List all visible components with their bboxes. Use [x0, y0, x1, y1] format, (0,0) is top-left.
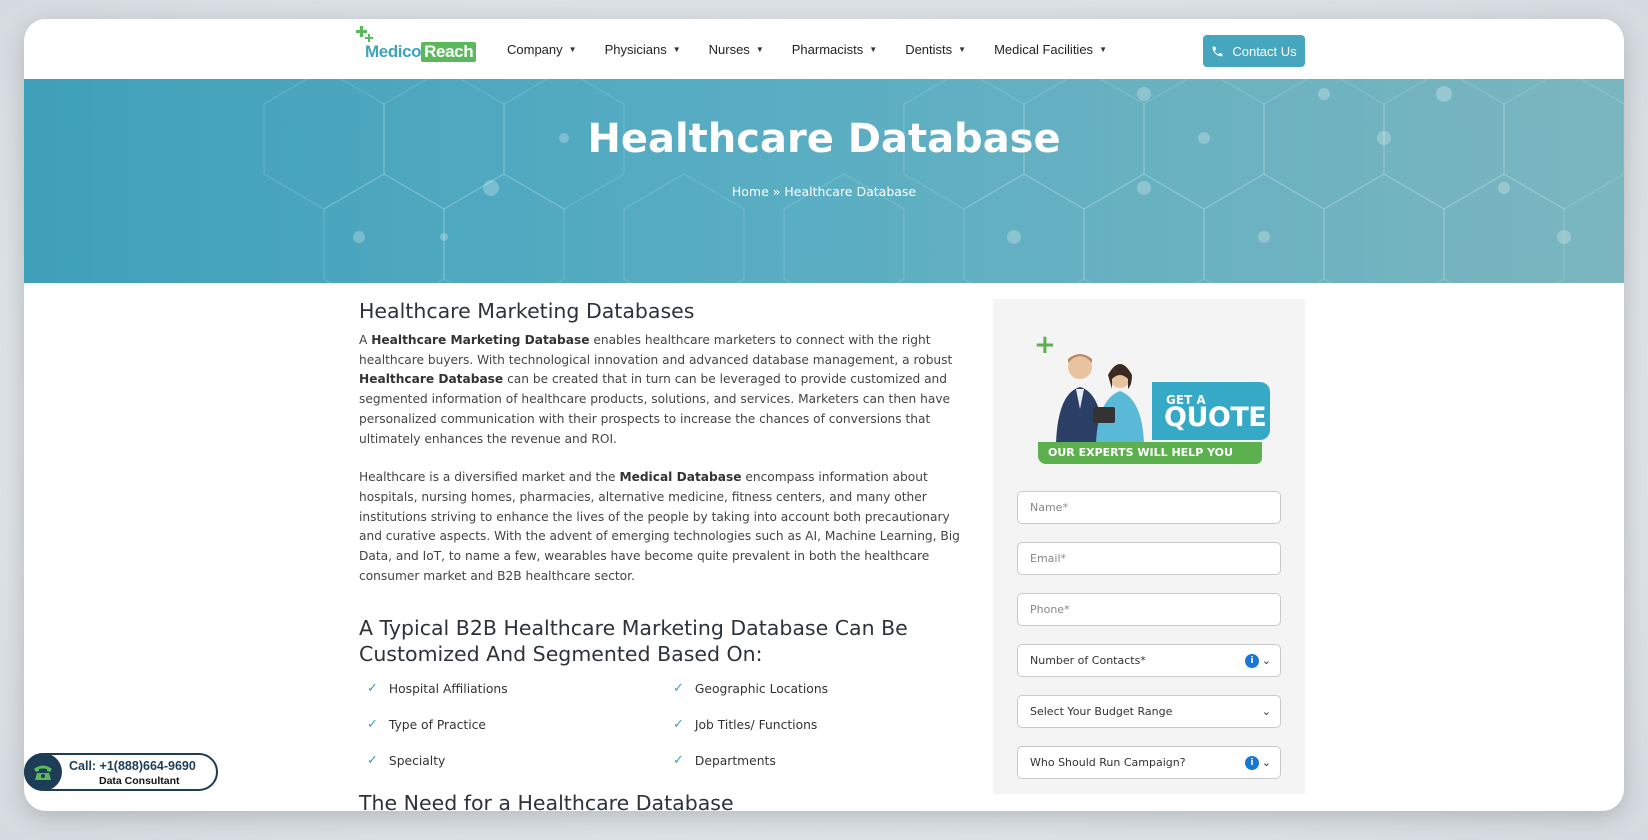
nav-label: Physicians — [604, 42, 667, 57]
info-icon[interactable]: i — [1245, 756, 1259, 770]
text: A — [359, 333, 372, 347]
phone-placeholder: Phone* — [1030, 603, 1070, 616]
page: Medico Reach Company ▼ Physicians ▼ Nurses ▼… — [24, 19, 1624, 811]
nav-dentists[interactable]: Dentists ▼ — [905, 42, 966, 57]
chevron-down-icon: ⌄ — [1261, 756, 1271, 769]
check-icon: ✓ — [673, 753, 684, 769]
logo-reach: Reach — [421, 42, 477, 62]
nav-pharmacists[interactable]: Pharmacists ▼ — [792, 42, 877, 57]
feature-label: Type of Practice — [388, 717, 486, 732]
nav-medical-facilities[interactable]: Medical Facilities ▼ — [994, 42, 1107, 57]
budget-select[interactable]: Select Your Budget Range ⌄ — [1017, 695, 1281, 728]
section-heading: Healthcare Marketing Databases — [359, 299, 695, 323]
budget-select-value: Select Your Budget Range — [1030, 705, 1173, 718]
hexagon-pattern — [263, 79, 1624, 283]
call-badge[interactable]: Call: +1(888)664-9690 Data Consultant — [24, 753, 218, 791]
feature-label: Job Titles/ Functions — [694, 717, 818, 732]
contacts-select-value: Number of Contacts* — [1030, 654, 1146, 667]
contact-us-button[interactable]: Contact Us — [1203, 35, 1305, 67]
quote-banner: GET A QUOTE — [1152, 382, 1270, 440]
need-heading: The Need for a Healthcare Database — [359, 791, 734, 811]
phone-field[interactable]: Phone* — [1017, 593, 1281, 626]
email-placeholder: Email* — [1030, 552, 1067, 565]
quote-sidebar: + GET A QUOTE OUR EXPERTS WILL HELP YOU … — [993, 299, 1305, 794]
check-icon: ✓ — [367, 681, 378, 697]
list-item: ✓ Departments — [673, 751, 973, 770]
info-icon[interactable]: i — [1245, 654, 1259, 668]
feature-label: Specialty — [388, 753, 446, 768]
name-placeholder: Name* — [1030, 501, 1068, 514]
caret-down-icon: ▼ — [568, 45, 577, 54]
feature-label: Departments — [694, 753, 776, 768]
caret-down-icon: ▼ — [869, 45, 878, 54]
feature-label: Hospital Affiliations — [388, 681, 508, 696]
logo[interactable]: Medico Reach — [355, 25, 477, 69]
bold-text: Medical Database — [619, 470, 742, 485]
quote-big-text: QUOTE — [1164, 402, 1267, 433]
email-field[interactable]: Email* — [1017, 542, 1281, 575]
phone-icon — [1212, 46, 1223, 56]
text: encompass information about hospitals, n… — [359, 470, 960, 583]
logo-text: Medico Reach — [365, 42, 477, 62]
breadcrumb[interactable]: Home » Healthcare Database — [24, 184, 1624, 199]
main-content: Healthcare Marketing Databases A Healthc… — [359, 299, 974, 811]
call-subtitle: Data Consultant — [99, 775, 180, 787]
text: Healthcare is a diversified market and t… — [359, 470, 620, 485]
nav-physicians[interactable]: Physicians ▼ — [605, 42, 681, 57]
nav-label: Company — [507, 42, 563, 57]
caret-down-icon: ▼ — [672, 45, 681, 54]
campaign-select[interactable]: Who Should Run Campaign? i ⌄ — [1017, 746, 1281, 779]
intro-paragraph: A Healthcare Marketing Database enables … — [359, 331, 974, 449]
hero-banner: Healthcare Database Home » Healthcare Da… — [24, 79, 1624, 283]
list-item: ✓ Specialty — [367, 751, 673, 770]
nav-label: Medical Facilities — [994, 42, 1094, 57]
campaign-select-value: Who Should Run Campaign? — [1030, 756, 1186, 769]
bold-text: Healthcare Database — [359, 372, 504, 387]
site-header: Medico Reach Company ▼ Physicians ▼ Nurses ▼… — [24, 19, 1624, 79]
caret-down-icon: ▼ — [755, 45, 764, 54]
quote-strip: OUR EXPERTS WILL HELP YOU — [1038, 442, 1262, 464]
caret-down-icon: ▼ — [1099, 45, 1107, 54]
feature-list: ✓ Hospital Affiliations ✓ Geographic Locat… — [359, 679, 974, 770]
chevron-down-icon: ⌄ — [1261, 705, 1271, 718]
check-icon: ✓ — [367, 753, 378, 769]
nav-company[interactable]: Company ▼ — [507, 42, 577, 57]
contact-us-label: Contact Us — [1232, 43, 1297, 59]
contacts-select[interactable]: Number of Contacts* i ⌄ — [1017, 644, 1281, 677]
feature-label: Geographic Locations — [694, 681, 829, 696]
people-illustration — [1056, 354, 1144, 443]
chevron-down-icon: ⌄ — [1261, 654, 1271, 667]
logo-medico: Medico — [365, 42, 422, 61]
check-icon: ✓ — [673, 681, 684, 697]
main-nav: Company ▼ Physicians ▼ Nurses ▼ Pharmacists… — [507, 42, 1135, 57]
nav-label: Nurses — [708, 42, 750, 57]
check-icon: ✓ — [673, 717, 684, 733]
call-icon-circle — [24, 753, 62, 791]
quote-banner-image: + GET A QUOTE OUR EXPERTS WILL HELP YOU — [1034, 332, 1270, 468]
nav-label: Pharmacists — [791, 42, 864, 57]
list-item: ✓ Geographic Locations — [673, 679, 973, 698]
page-title: Healthcare Database — [587, 116, 1061, 162]
name-field[interactable]: Name* — [1017, 491, 1281, 524]
nav-nurses[interactable]: Nurses ▼ — [709, 42, 764, 57]
call-number: Call: +1(888)664-9690 — [69, 759, 196, 773]
telephone-icon — [34, 765, 52, 780]
check-icon: ✓ — [367, 717, 378, 733]
list-item: ✓ Job Titles/ Functions — [673, 715, 973, 734]
list-item: ✓ Type of Practice — [367, 715, 673, 734]
list-item: ✓ Hospital Affiliations — [367, 679, 673, 698]
nav-label: Dentists — [905, 42, 953, 57]
caret-down-icon: ▼ — [958, 45, 967, 54]
bold-text: Healthcare Marketing Database — [371, 333, 590, 347]
market-paragraph: Healthcare is a diversified market and t… — [359, 468, 974, 586]
segment-heading: A Typical B2B Healthcare Marketing Datab… — [359, 616, 908, 667]
